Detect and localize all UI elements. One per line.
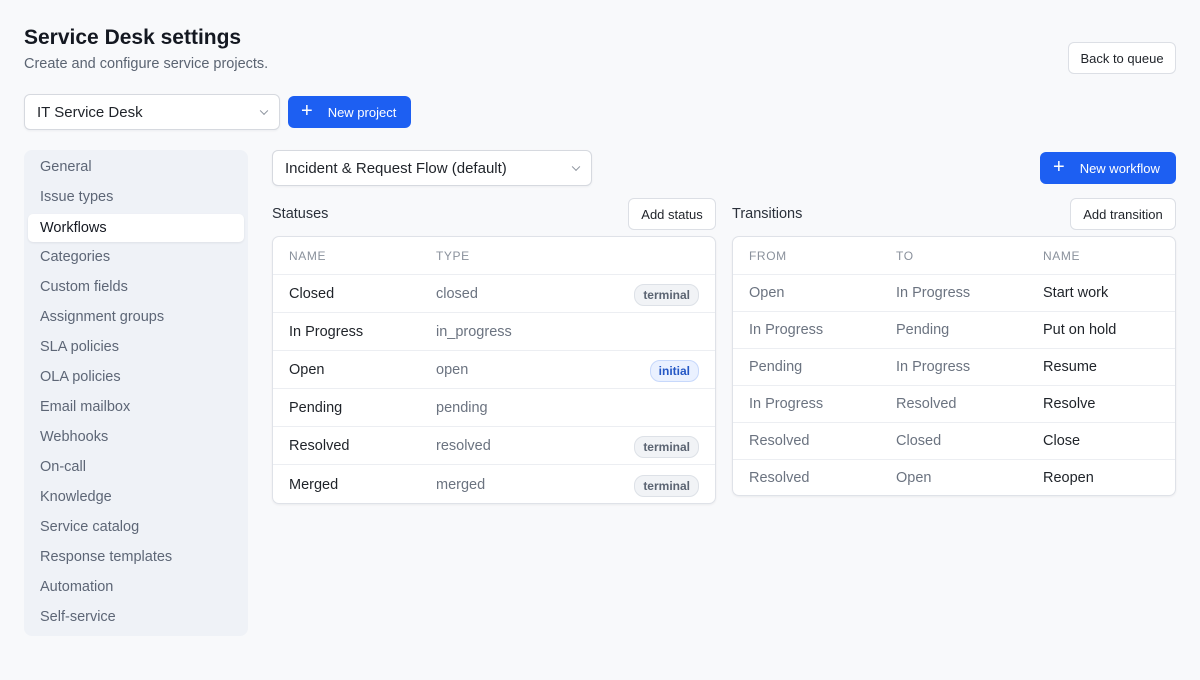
project-select[interactable]: IT Service Desk: [24, 94, 280, 130]
status-badge: terminal: [634, 284, 699, 306]
sidebar-item-categories[interactable]: Categories: [28, 243, 244, 271]
statuses-table: NAME TYPE Closed closed terminal In Prog…: [272, 236, 716, 504]
transition-to: Open: [896, 470, 932, 486]
workflow-select[interactable]: Incident & Request Flow (default): [272, 150, 592, 186]
plus-icon: +: [301, 100, 313, 122]
transition-to: In Progress: [896, 285, 971, 301]
sidebar-item-workflows[interactable]: Workflows: [28, 214, 244, 242]
new-workflow-label: New workflow: [1079, 160, 1160, 176]
column-header-name: NAME: [289, 249, 327, 263]
transition-from: Resolved: [749, 433, 810, 449]
table-row[interactable]: Resolved Open Reopen: [733, 459, 1175, 495]
status-name: In Progress: [289, 324, 364, 340]
column-header-to: TO: [896, 249, 914, 263]
status-badge: initial: [649, 360, 699, 382]
back-to-queue-button[interactable]: Back to queue: [1068, 42, 1176, 74]
table-row[interactable]: In Progress Resolved Resolve: [733, 385, 1175, 422]
status-badge: terminal: [634, 436, 699, 458]
add-transition-button[interactable]: Add transition: [1070, 198, 1176, 230]
sidebar-item-ola-policies[interactable]: OLA policies: [28, 363, 244, 391]
page-title: Service Desk settings: [24, 26, 242, 49]
status-type: open: [436, 362, 469, 378]
sidebar-item-assignment-groups[interactable]: Assignment groups: [28, 303, 244, 331]
transition-name: Put on hold: [1043, 322, 1117, 338]
status-name: Merged: [289, 477, 339, 493]
transition-to: Pending: [896, 322, 950, 338]
transition-from: Pending: [749, 359, 803, 375]
new-workflow-button[interactable]: + New workflow: [1040, 152, 1176, 184]
transition-name: Resume: [1043, 359, 1097, 375]
status-type: closed: [436, 286, 478, 302]
settings-sidebar: General Issue types Workflows Categories…: [24, 150, 248, 636]
table-row[interactable]: Merged merged terminal: [273, 464, 715, 503]
column-header-from: FROM: [749, 249, 787, 263]
table-row[interactable]: Open open initial: [273, 350, 715, 388]
transitions-table: FROM TO NAME Open In Progress Start work…: [732, 236, 1176, 496]
column-header-type: TYPE: [436, 249, 470, 263]
new-project-button[interactable]: + New project: [288, 96, 411, 128]
sidebar-item-issue-types[interactable]: Issue types: [28, 183, 244, 211]
column-header-name: NAME: [1043, 249, 1081, 263]
sidebar-item-service-catalog[interactable]: Service catalog: [28, 513, 244, 541]
table-row[interactable]: In Progress in_progress: [273, 312, 715, 350]
status-name: Open: [289, 362, 325, 378]
status-name: Pending: [289, 400, 343, 416]
plus-icon: +: [1053, 156, 1065, 178]
new-project-label: New project: [327, 104, 397, 120]
sidebar-item-webhooks[interactable]: Webhooks: [28, 423, 244, 451]
chevron-down-icon: [571, 162, 581, 172]
transitions-heading: Transitions: [732, 206, 803, 222]
status-name: Closed: [289, 286, 335, 302]
chevron-down-icon: [259, 106, 269, 116]
transition-from: In Progress: [749, 322, 824, 338]
statuses-heading: Statuses: [272, 206, 329, 222]
transition-from: Resolved: [749, 470, 810, 486]
add-status-button[interactable]: Add status: [628, 198, 716, 230]
workflow-select-value: Incident & Request Flow (default): [285, 159, 507, 177]
transition-name: Start work: [1043, 285, 1109, 301]
table-row[interactable]: Resolved resolved terminal: [273, 426, 715, 464]
status-type: resolved: [436, 438, 491, 454]
transition-from: Open: [749, 285, 785, 301]
sidebar-item-knowledge[interactable]: Knowledge: [28, 483, 244, 511]
sidebar-item-custom-fields[interactable]: Custom fields: [28, 273, 244, 301]
status-type: in_progress: [436, 324, 512, 340]
table-row[interactable]: Resolved Closed Close: [733, 422, 1175, 459]
status-type: pending: [436, 400, 488, 416]
transition-to: Closed: [896, 433, 942, 449]
table-row[interactable]: Pending pending: [273, 388, 715, 426]
status-type: merged: [436, 477, 486, 493]
transition-from: In Progress: [749, 396, 824, 412]
sidebar-item-on-call[interactable]: On-call: [28, 453, 244, 481]
transition-name: Reopen: [1043, 470, 1094, 486]
status-name: Resolved: [289, 438, 350, 454]
sidebar-item-sla-policies[interactable]: SLA policies: [28, 333, 244, 361]
table-row[interactable]: Closed closed terminal: [273, 274, 715, 312]
transition-name: Resolve: [1043, 396, 1096, 412]
sidebar-item-email-mailbox[interactable]: Email mailbox: [28, 393, 244, 421]
sidebar-item-automation[interactable]: Automation: [28, 573, 244, 601]
sidebar-item-response-templates[interactable]: Response templates: [28, 543, 244, 571]
transition-to: Resolved: [896, 396, 957, 412]
table-row[interactable]: Open In Progress Start work: [733, 274, 1175, 311]
sidebar-item-general[interactable]: General: [28, 153, 244, 181]
project-select-value: IT Service Desk: [37, 103, 143, 121]
status-badge: terminal: [634, 475, 699, 497]
transition-to: In Progress: [896, 359, 971, 375]
sidebar-item-self-service[interactable]: Self-service: [28, 603, 244, 631]
page-subtitle: Create and configure service projects.: [24, 56, 269, 72]
table-row[interactable]: Pending In Progress Resume: [733, 348, 1175, 385]
transition-name: Close: [1043, 433, 1081, 449]
table-row[interactable]: In Progress Pending Put on hold: [733, 311, 1175, 348]
